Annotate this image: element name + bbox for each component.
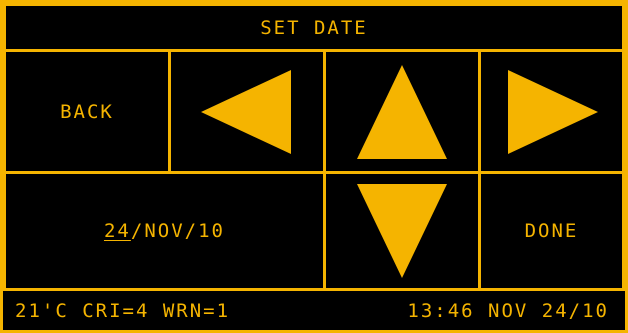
set-date-screen: SET DATE BACK 24/NOV/10 DONE 21'C CRI=4 … (0, 0, 628, 333)
date-separator: / (184, 220, 199, 242)
done-button[interactable]: DONE (478, 171, 625, 291)
page-title: SET DATE (260, 16, 368, 39)
title-bar: SET DATE (3, 3, 625, 52)
decrement-button[interactable] (323, 171, 481, 291)
date-separator: / (130, 220, 145, 242)
increment-button[interactable] (323, 49, 481, 174)
date-month: NOV (144, 220, 185, 242)
arrow-down-icon (357, 184, 447, 278)
status-clock: 13:46 NOV 24/10 (407, 299, 609, 322)
arrow-right-icon (507, 69, 598, 154)
arrow-up-icon (357, 64, 447, 159)
back-button[interactable]: BACK (3, 49, 171, 174)
date-value: 24/NOV/10 (104, 220, 225, 242)
back-label: BACK (60, 100, 114, 123)
date-day-selected: 24 (103, 220, 131, 242)
status-bar: 21'C CRI=4 WRN=1 13:46 NOV 24/10 (3, 288, 625, 330)
arrow-left-icon (201, 69, 291, 154)
previous-field-button[interactable] (168, 49, 326, 174)
date-year: 10 (198, 220, 225, 242)
done-label: DONE (524, 220, 579, 242)
next-field-button[interactable] (478, 49, 625, 174)
date-display[interactable]: 24/NOV/10 (3, 171, 326, 291)
status-left: 21'C CRI=4 WRN=1 (15, 299, 231, 322)
